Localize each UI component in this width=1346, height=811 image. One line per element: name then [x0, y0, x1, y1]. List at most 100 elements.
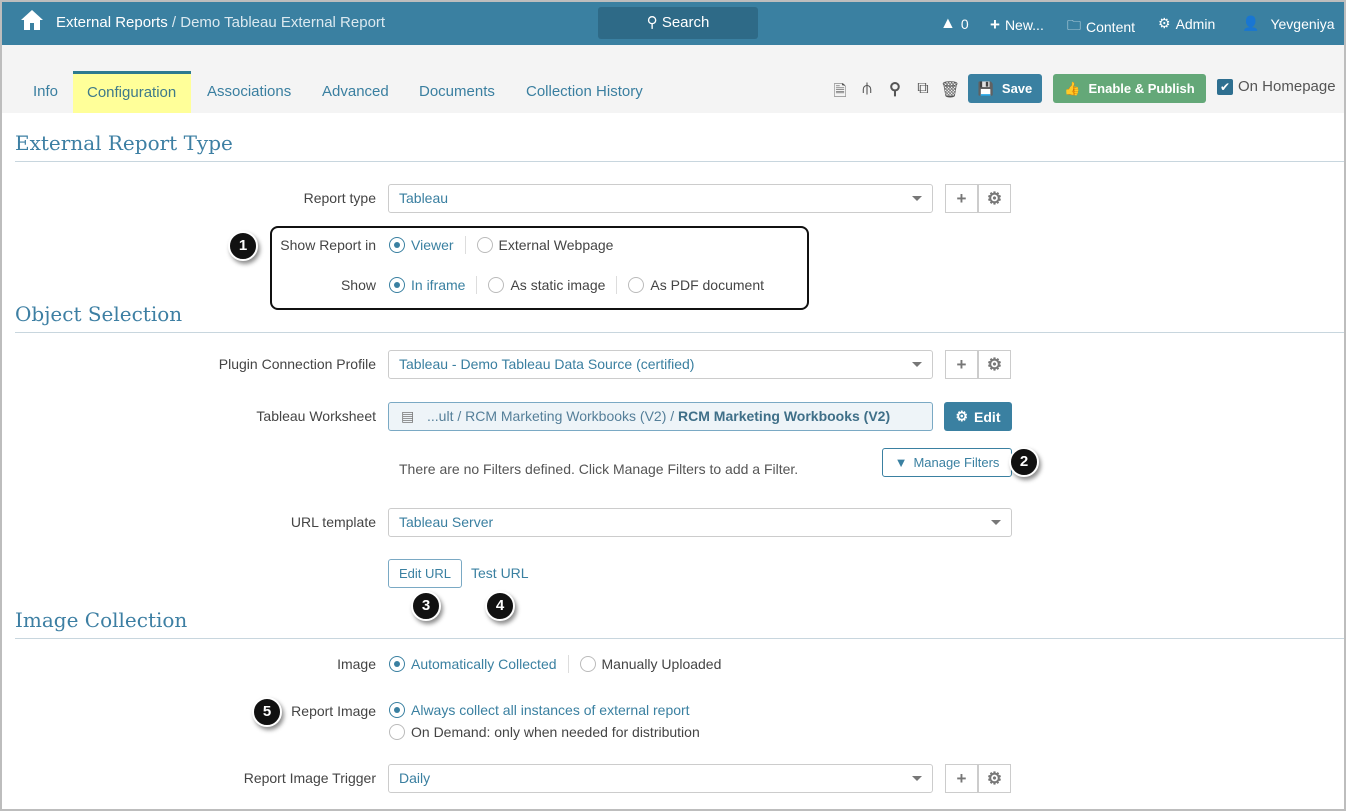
save-button[interactable]: 💾 Save	[968, 74, 1042, 103]
thumbs-up-icon: 👍	[1064, 80, 1081, 96]
radio-selected-icon	[389, 702, 405, 718]
test-url-link[interactable]: Test URL	[471, 565, 529, 581]
plugin-value: Tableau - Demo Tableau Data Source (cert…	[399, 356, 695, 372]
manage-filters-label: Manage Filters	[913, 455, 1000, 470]
alerts-count: 0	[960, 16, 969, 32]
divider	[15, 161, 1344, 162]
radio-pdf-document[interactable]: As PDF document	[628, 277, 764, 293]
add-profile-button[interactable]: +	[945, 350, 978, 379]
trash-icon[interactable]: 🗑	[940, 80, 960, 100]
radio-label: Manually Uploaded	[601, 656, 722, 672]
radio-manually-uploaded[interactable]: Manually Uploaded	[579, 656, 722, 672]
separator	[476, 276, 478, 294]
tab-advanced[interactable]: Advanced	[308, 71, 403, 113]
breadcrumb: External Reports / Demo Tableau External…	[56, 14, 385, 31]
content-label: Content	[1086, 19, 1136, 35]
admin-button[interactable]: ⚙ Admin	[1158, 15, 1215, 32]
radio-viewer[interactable]: Viewer	[389, 237, 454, 253]
callout-1: 1	[228, 231, 258, 261]
section-title-report-type: External Report Type	[15, 131, 233, 155]
no-filters-text: There are no Filters defined. Click Mana…	[399, 461, 799, 477]
report-image-trigger-select[interactable]: Daily	[388, 764, 933, 793]
document-icon[interactable]: 🗎	[830, 80, 850, 100]
on-homepage-checkbox[interactable]: ✔ On Homepage	[1217, 78, 1336, 95]
radio-selected-icon	[389, 656, 405, 672]
add-trigger-button[interactable]: +	[945, 764, 978, 793]
callout-3: 3	[411, 591, 441, 621]
radio-unselected-icon	[488, 277, 505, 293]
gear-icon: ⚙	[1158, 15, 1171, 31]
profile-settings-button[interactable]: ⚙	[978, 350, 1011, 379]
edit-url-button[interactable]: Edit URL	[388, 559, 462, 588]
radio-unselected-icon	[476, 237, 493, 253]
new-button[interactable]: + New...	[990, 15, 1044, 35]
home-icon[interactable]	[20, 9, 44, 37]
search-icon[interactable]: ⚲	[885, 79, 905, 99]
user-menu[interactable]: 👤 Yevgeniya	[1242, 15, 1335, 32]
radio-label: In iframe	[411, 277, 466, 293]
url-template-label: URL template	[290, 514, 376, 530]
trigger-settings-button[interactable]: ⚙	[978, 764, 1011, 793]
tab-documents[interactable]: Documents	[405, 71, 509, 113]
user-name: Yevgeniya	[1270, 15, 1335, 32]
callout-4: 4	[485, 591, 515, 621]
report-image-radio-always: Always collect all instances of external…	[389, 702, 690, 718]
show-report-in-radio-group: Viewer External Webpage	[389, 236, 613, 254]
user-icon: 👤	[1242, 15, 1260, 31]
tab-collection-history[interactable]: Collection History	[512, 71, 657, 113]
callout-2: 2	[1009, 447, 1039, 477]
plugin-connection-profile-select[interactable]: Tableau - Demo Tableau Data Source (cert…	[388, 350, 933, 379]
radio-automatically-collected[interactable]: Automatically Collected	[389, 656, 557, 672]
report-type-select[interactable]: Tableau	[388, 184, 933, 213]
report-image-label: Report Image	[291, 703, 376, 719]
radio-in-iframe[interactable]: In iframe	[389, 277, 465, 293]
manage-filters-button[interactable]: ▼ Manage Filters	[882, 448, 1012, 477]
search-icon: ⚲	[646, 14, 658, 31]
radio-label: As PDF document	[650, 277, 765, 293]
radio-label: Automatically Collected	[411, 656, 557, 672]
image-radio-group: Automatically Collected Manually Uploade…	[389, 655, 721, 673]
url-template-select[interactable]: Tableau Server	[388, 508, 1012, 537]
add-report-type-button[interactable]: +	[945, 184, 978, 213]
new-label: New...	[1004, 17, 1044, 33]
radio-always-collect[interactable]: Always collect all instances of external…	[389, 702, 690, 718]
tableau-worksheet-field[interactable]: ▤ ...ult / RCM Marketing Workbooks (V2) …	[388, 402, 933, 431]
content-button[interactable]: 🗀 Content	[1067, 15, 1135, 39]
show-label: Show	[340, 277, 376, 293]
trigger-value: Daily	[399, 770, 431, 786]
edit-worksheet-button[interactable]: ⚙ Edit	[944, 402, 1012, 431]
tab-configuration[interactable]: Configuration	[73, 71, 191, 113]
top-navigation-bar: External Reports / Demo Tableau External…	[0, 0, 1346, 45]
tab-associations[interactable]: Associations	[193, 71, 305, 113]
section-title-image-collection: Image Collection	[15, 608, 188, 632]
checkbox-checked-icon: ✔	[1217, 78, 1233, 95]
radio-label: External Webpage	[498, 237, 614, 253]
hierarchy-icon[interactable]: ⫛	[857, 80, 877, 100]
chevron-down-icon	[991, 520, 1001, 525]
report-type-label: Report type	[303, 190, 376, 206]
radio-unselected-icon	[628, 277, 645, 293]
chart-icon: ▤	[401, 408, 415, 424]
radio-external-webpage[interactable]: External Webpage	[476, 237, 614, 253]
enable-publish-button[interactable]: 👍 Enable & Publish	[1053, 74, 1206, 103]
alerts-button[interactable]: ▲ 0	[940, 15, 969, 33]
copy-icon[interactable]: ⧉	[913, 80, 933, 100]
url-template-value: Tableau Server	[399, 514, 494, 530]
save-label: Save	[1001, 81, 1033, 96]
edit-label: Edit	[974, 408, 1001, 425]
plus-icon: +	[990, 15, 1000, 34]
report-type-value: Tableau	[399, 190, 449, 206]
callout-5: 5	[252, 697, 282, 727]
radio-static-image[interactable]: As static image	[488, 277, 605, 293]
floppy-icon: 💾	[977, 80, 994, 96]
radio-on-demand[interactable]: On Demand: only when needed for distribu…	[389, 724, 700, 740]
radio-label: Viewer	[411, 237, 454, 253]
section-title-object-selection: Object Selection	[15, 302, 183, 326]
chevron-down-icon	[912, 776, 922, 781]
admin-label: Admin	[1175, 15, 1216, 32]
tab-info[interactable]: Info	[19, 71, 72, 113]
search-button[interactable]: ⚲ Search	[598, 7, 758, 39]
search-label: Search	[661, 14, 710, 31]
breadcrumb-root[interactable]: External Reports	[56, 14, 168, 31]
report-type-settings-button[interactable]: ⚙	[978, 184, 1011, 213]
